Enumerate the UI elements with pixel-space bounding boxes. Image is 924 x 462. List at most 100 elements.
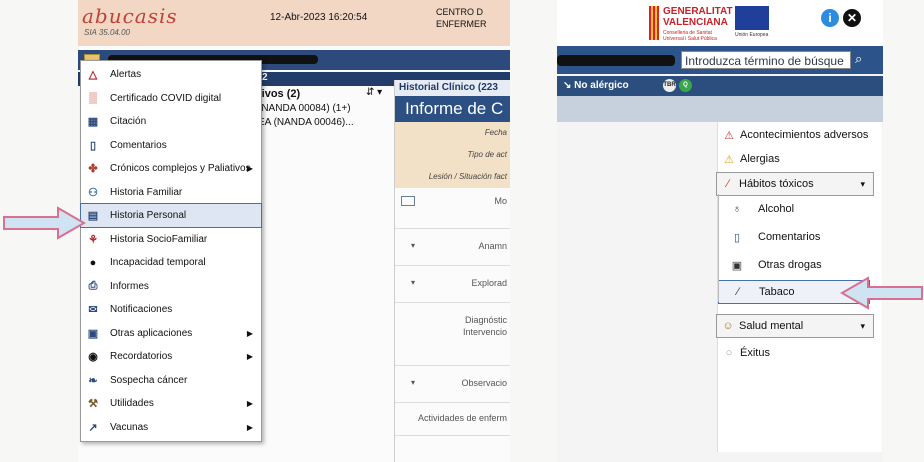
submenu-arrow-icon: ▶: [246, 164, 253, 173]
submenu-arrow-icon: ▶: [246, 422, 253, 432]
report-date-label: Fecha: [484, 128, 507, 137]
list-item-label: Alcohol: [758, 203, 795, 215]
gva-header: GENERALITAT VALENCIANA Conselleria de Sa…: [557, 0, 883, 46]
cancer-suspicion-icon: ❧: [88, 374, 98, 387]
list-item-salud-mental[interactable]: ☺ Salud mental ▾: [716, 314, 874, 338]
menu-item-label: Certificado COVID digital: [110, 92, 222, 104]
center-name: CENTRO D: [436, 7, 483, 17]
menu-item-utilidades[interactable]: ⚒ Utilidades ▶: [81, 392, 261, 415]
exitus-icon: ○: [725, 347, 733, 359]
eu-flag-icon: [735, 6, 769, 30]
sort-icon[interactable]: ⇵ ▾: [366, 87, 382, 98]
report-type-label: Tipo de act: [467, 150, 507, 159]
menu-item-citacion[interactable]: ▦ Citación: [81, 110, 261, 133]
mental-health-icon: ☺: [722, 320, 734, 332]
comment-icon: ▯: [733, 231, 741, 244]
menu-item-alertas[interactable]: △ Alertas: [81, 63, 261, 86]
list-item-habitos-toxicos[interactable]: ∕ Hábitos tóxicos ▾: [716, 172, 874, 196]
list-item-comentarios[interactable]: ▯ Comentarios: [718, 226, 868, 248]
comment-icon: ▯: [89, 139, 97, 152]
menu-item-vacunas[interactable]: ↗ Vacunas ▶: [81, 416, 261, 439]
list-item-otras-drogas[interactable]: ▣ Otras drogas: [718, 254, 868, 276]
gva-conselleria: Conselleria de Sanitat Universal i Salut…: [663, 30, 717, 42]
list-item-label: Tabaco: [759, 286, 795, 298]
report-lesion-label: Lesión / Situación fact: [428, 172, 507, 181]
report-title: Informe de C: [395, 96, 510, 122]
syringe-icon: ↗: [88, 421, 98, 434]
section-anamnesis[interactable]: ▾ Anamn: [395, 229, 510, 266]
section-diagnostico[interactable]: Diagnóstic Intervencio: [395, 303, 510, 366]
search-green-icon[interactable]: Q: [679, 79, 692, 92]
alcohol-glass-icon: ♁: [732, 203, 742, 215]
family-icon: ⚇: [88, 186, 98, 199]
list-item-label: Hábitos tóxicos: [739, 178, 814, 190]
center-info: CENTRO D ENFERMER: [436, 6, 487, 30]
abucasis-logo: abucasis: [82, 4, 178, 28]
menu-item-label: Historia SocioFamiliar: [110, 233, 208, 245]
clinical-history-header[interactable]: Historial Clínico (223: [395, 80, 510, 96]
printer-icon: ⎙: [88, 279, 98, 292]
menu-item-label: Recordatorios: [110, 351, 173, 362]
clinical-history-column: Historial Clínico (223 Informe de C Fech…: [394, 80, 510, 462]
search-bar: Introduzca término de búsque ⌕: [557, 46, 883, 74]
diagnosis-row[interactable]: (NANDA 00084) (1+): [258, 102, 390, 116]
submenu-arrow-icon: ▶: [246, 328, 253, 338]
redacted-patient-bar: [557, 55, 675, 66]
app-version: SIA 35.04.00: [84, 28, 130, 37]
calendar-icon: ▦: [87, 116, 99, 128]
diagnosis-row[interactable]: EA (NANDA 00046)...: [258, 116, 390, 130]
tree-connector-line: [718, 194, 719, 302]
menu-item-certificado-covid-digital[interactable]: ▒ Certificado COVID digital: [81, 87, 261, 110]
toxic-habits-icon: ∕: [727, 178, 729, 190]
adverse-events-icon: ⚠: [724, 129, 734, 142]
menu-item-incapacidad-temporal[interactable]: ● Incapacidad temporal: [81, 251, 261, 274]
close-icon[interactable]: ✕: [843, 9, 861, 27]
other-apps-icon: ▣: [87, 327, 99, 340]
reminder-icon: ◉: [88, 351, 98, 363]
left-screenshot-panel: abucasis SIA 35.04.00 12-Abr-2023 16:20:…: [78, 0, 510, 462]
subbar-counter: 2: [262, 72, 268, 83]
chronic-care-icon: ✤: [88, 163, 98, 175]
menu-item-recordatorios[interactable]: ◉ Recordatorios ▶: [81, 345, 261, 368]
envelope-icon: ✉: [88, 304, 98, 316]
warning-triangle-icon: △: [88, 69, 98, 81]
menu-item-historia-sociofamiliar[interactable]: ⚘ Historia SocioFamiliar: [81, 228, 261, 251]
menu-item-sospecha-cancer[interactable]: ❧ Sospecha cáncer: [81, 369, 261, 392]
tbr-badge-icon[interactable]: TBR: [663, 79, 676, 92]
list-item-label: Acontecimientos adversos: [740, 129, 869, 141]
eu-label: Unión Europea: [735, 32, 769, 38]
menu-item-label: Vacunas: [110, 421, 149, 433]
search-input[interactable]: Introduzca término de búsque: [681, 51, 851, 69]
menu-item-otras-aplicaciones[interactable]: ▣ Otras aplicaciones ▶: [81, 322, 261, 345]
social-family-icon: ⚘: [88, 233, 98, 246]
menu-item-notificaciones[interactable]: ✉ Notificaciones: [81, 298, 261, 321]
list-item-exitus[interactable]: ○ Éxitus: [718, 342, 882, 364]
list-item-alcohol[interactable]: ♁ Alcohol: [718, 198, 868, 220]
list-item-alergias[interactable]: ⚠ Alergias: [718, 148, 882, 170]
temporary-disability-icon: ●: [89, 256, 97, 269]
menu-item-label: Informes: [110, 280, 149, 292]
context-menu: △ Alertas ▒ Certificado COVID digital ▦ Citac…: [80, 60, 262, 442]
menu-item-historia-personal[interactable]: ▤ Historia Personal: [80, 203, 262, 228]
list-item-label: Otras drogas: [758, 259, 822, 271]
list-item-acontecimientos-adversos[interactable]: ⚠ Acontecimientos adversos: [718, 124, 882, 146]
section-exploracion[interactable]: ▾ Explorad: [395, 266, 510, 303]
section-observaciones[interactable]: ▾ Observacio: [395, 366, 510, 403]
menu-item-informes[interactable]: ⎙ Informes: [81, 275, 261, 298]
pointer-arrow-tabaco: [839, 276, 923, 310]
list-item-label: Alergias: [740, 153, 780, 165]
info-icon[interactable]: i: [821, 9, 839, 27]
menu-item-label: Historia Personal: [110, 210, 187, 221]
search-icon[interactable]: ⌕: [855, 51, 873, 69]
gva-shield-icon: [649, 6, 659, 40]
menu-item-comentarios[interactable]: ▯ Comentarios: [81, 134, 261, 157]
section-motivo[interactable]: Mo: [395, 188, 510, 229]
section-actividades[interactable]: Actividades de enferm: [395, 403, 510, 436]
menu-item-label: Citación: [110, 116, 147, 127]
menu-item-cronicos-complejos-y-paliativos[interactable]: ✤ Crónicos complejos y Paliativos ▶: [81, 157, 261, 180]
report-meta: Fecha Tipo de act Lesión / Situación fac…: [395, 122, 510, 188]
menu-item-historia-familiar[interactable]: ⚇ Historia Familiar: [81, 181, 261, 204]
chevron-down-icon: ▾: [411, 278, 416, 287]
personal-history-icon: ▤: [87, 210, 99, 222]
gva-line2: VALENCIANA: [663, 17, 728, 28]
